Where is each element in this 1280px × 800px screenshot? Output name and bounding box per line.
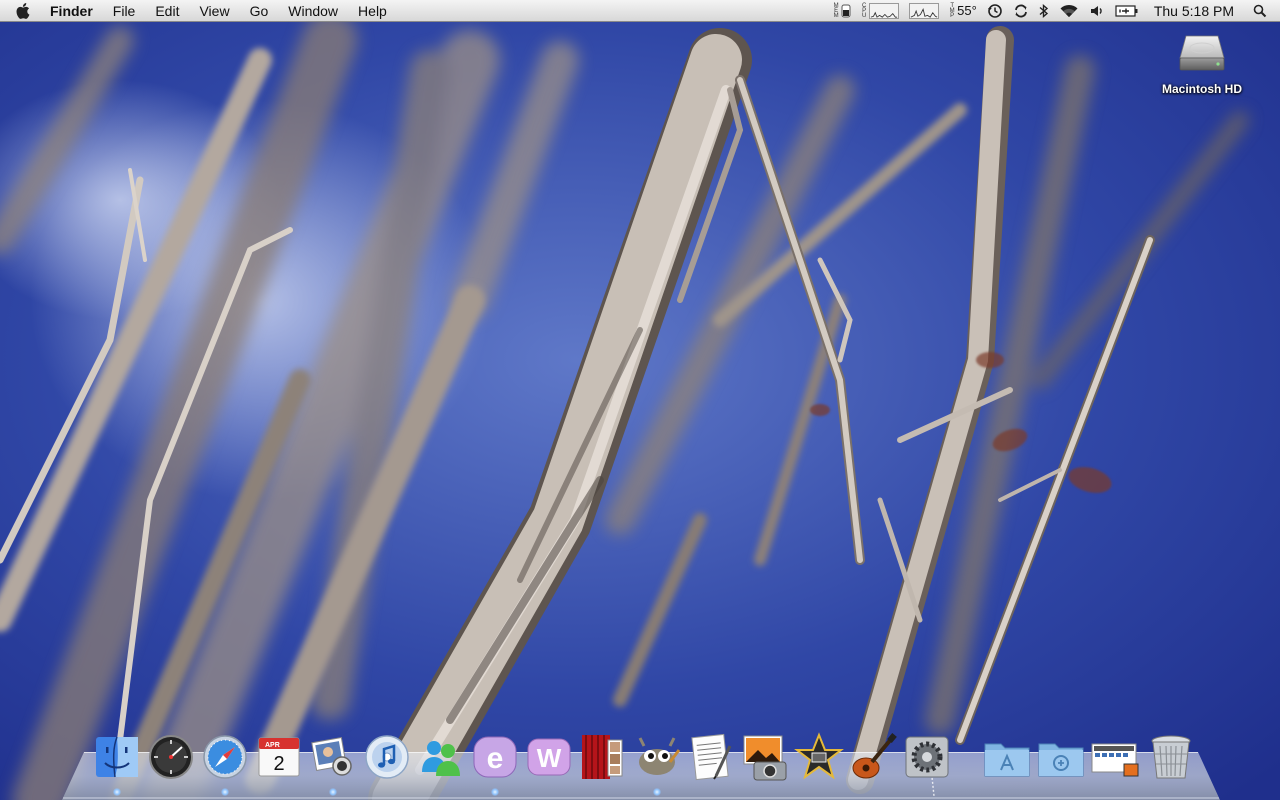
safari-icon[interactable] — [200, 732, 250, 782]
address-book-icon[interactable] — [308, 732, 358, 782]
menu-edit[interactable]: Edit — [145, 0, 189, 22]
screenshots-stack-icon[interactable] — [1090, 732, 1140, 782]
cpu-monitor[interactable]: CPU — [856, 0, 904, 22]
gimp-icon[interactable] — [632, 732, 682, 782]
svg-text:e: e — [487, 742, 504, 775]
memory-monitor[interactable]: MEM — [828, 0, 856, 22]
desktop-wallpaper — [0, 0, 1280, 800]
web-app-icon[interactable]: W — [524, 732, 574, 782]
garageband-icon[interactable] — [848, 732, 898, 782]
bluetooth-icon[interactable] — [1034, 0, 1054, 22]
spotlight-search-icon[interactable] — [1248, 0, 1272, 22]
eclipse-icon[interactable]: e — [470, 732, 520, 782]
trash-icon[interactable] — [1146, 732, 1196, 782]
ical-day-label: 2 — [273, 753, 284, 775]
system-preferences-icon[interactable] — [902, 732, 952, 782]
image-capture-icon[interactable] — [740, 732, 790, 782]
wifi-icon[interactable] — [1054, 0, 1084, 22]
finder-running-indicator — [113, 788, 121, 796]
desktop-icon-label: Macintosh HD — [1161, 82, 1242, 96]
time-machine-icon[interactable] — [982, 0, 1008, 22]
network-graph-icon — [909, 2, 940, 19]
battery-icon[interactable] — [1110, 0, 1144, 22]
imovie-icon[interactable] — [794, 732, 844, 782]
hard-drive-icon[interactable] — [1178, 30, 1226, 76]
finder-icon[interactable] — [92, 732, 142, 782]
menu-help[interactable]: Help — [348, 0, 397, 22]
gimp-running-indicator — [653, 788, 661, 796]
temperature-monitor[interactable]: TMP 55° — [944, 0, 982, 22]
dashboard-icon[interactable] — [146, 732, 196, 782]
cpu-graph-icon — [869, 2, 900, 19]
network-monitor[interactable] — [904, 0, 944, 22]
memory-label: MEM — [833, 3, 840, 18]
photo-booth-icon[interactable] — [578, 732, 628, 782]
menu-window[interactable]: Window — [278, 0, 348, 22]
temperature-value: 55° — [957, 3, 977, 18]
applications-folder-icon[interactable] — [982, 732, 1032, 782]
volume-icon[interactable] — [1084, 0, 1110, 22]
address-book-running-indicator — [329, 788, 337, 796]
menu-bar: Finder File Edit View Go Window Help MEM… — [0, 0, 1280, 22]
itunes-icon[interactable] — [362, 732, 412, 782]
apple-icon[interactable] — [12, 0, 34, 22]
svg-text:W: W — [537, 743, 562, 773]
menu-file[interactable]: File — [103, 0, 146, 22]
ical-month-label: APR — [265, 742, 280, 749]
eclipse-running-indicator — [491, 788, 499, 796]
menu-view[interactable]: View — [189, 0, 239, 22]
menu-go[interactable]: Go — [240, 0, 279, 22]
sync-icon[interactable] — [1008, 0, 1034, 22]
desktop-icon-macintosh-hd[interactable]: Macintosh HD — [1156, 30, 1248, 96]
menu-finder[interactable]: Finder — [42, 0, 103, 22]
messenger-icon[interactable] — [416, 732, 466, 782]
cpu-label: CPU — [861, 3, 868, 18]
dock: APR 2 e W — [92, 732, 1202, 786]
menu-clock[interactable]: Thu 5:18 PM — [1144, 3, 1248, 19]
memory-pie-icon — [841, 4, 851, 17]
ical-icon[interactable]: APR 2 — [254, 732, 304, 782]
temperature-label: TMP — [949, 3, 956, 18]
documents-folder-icon[interactable] — [1036, 732, 1086, 782]
safari-running-indicator — [221, 788, 229, 796]
textedit-icon[interactable] — [686, 732, 736, 782]
